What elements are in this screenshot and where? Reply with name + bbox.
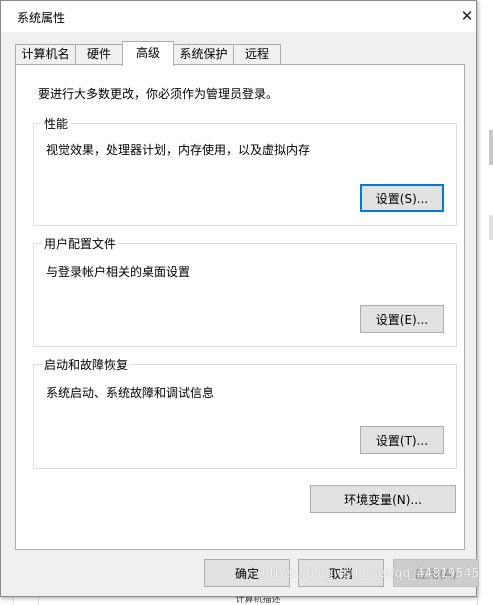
startup-recovery-title: 启动和故障恢复 [42, 356, 131, 373]
background-fragment [489, 215, 493, 240]
title-bar[interactable]: 系统属性 ✕ [1, 1, 476, 32]
tab-hardware[interactable]: 硬件 [75, 44, 123, 65]
window-title: 系统属性 [17, 11, 66, 25]
tab-remote[interactable]: 远程 [233, 44, 281, 65]
startup-recovery-description: 系统启动、系统故障和调试信息 [46, 386, 215, 400]
performance-group: 性能 视觉效果，处理器计划，内存使用，以及虚拟内存 设置(S)... [33, 115, 457, 226]
startup-recovery-settings-button[interactable]: 设置(T)... [360, 426, 444, 454]
system-properties-dialog: 系统属性 ✕ 计算机名 硬件 高级 系统保护 远程 要进行大多数更改，你必须作为… [0, 0, 479, 597]
startup-recovery-group: 启动和故障恢复 系统启动、系统故障和调试信息 设置(T)... [33, 356, 457, 469]
ok-button[interactable]: 确定 [204, 559, 290, 587]
environment-variables-button[interactable]: 环境变量(N)... [310, 485, 456, 513]
performance-description: 视觉效果，处理器计划，内存使用，以及虚拟内存 [46, 143, 311, 157]
background-app-right [476, 0, 493, 605]
user-profiles-group: 用户配置文件 与登录帐户相关的桌面设置 设置(E)... [33, 235, 457, 347]
background-fragment: 计算机描述 [38, 596, 478, 605]
close-button[interactable]: ✕ [456, 5, 478, 27]
background-fragment [489, 130, 493, 165]
cancel-button[interactable]: 取消 [298, 559, 384, 587]
user-profiles-description: 与登录帐户相关的桌面设置 [46, 265, 191, 279]
apply-button[interactable]: 应用(A) [393, 559, 479, 587]
close-icon: ✕ [460, 7, 474, 25]
tab-computer-name[interactable]: 计算机名 [15, 44, 76, 65]
performance-settings-button[interactable]: 设置(S)... [360, 184, 444, 212]
performance-title: 性能 [42, 115, 71, 132]
tab-advanced[interactable]: 高级 [122, 41, 174, 66]
admin-note: 要进行大多数更改，你必须作为管理员登录。 [38, 87, 279, 101]
user-profiles-settings-button[interactable]: 设置(E)... [360, 305, 444, 333]
user-profiles-title: 用户配置文件 [42, 235, 119, 252]
tab-system-protection[interactable]: 系统保护 [173, 44, 234, 65]
advanced-tab-panel: 要进行大多数更改，你必须作为管理员登录。 性能 视觉效果，处理器计划，内存使用，… [15, 64, 465, 550]
